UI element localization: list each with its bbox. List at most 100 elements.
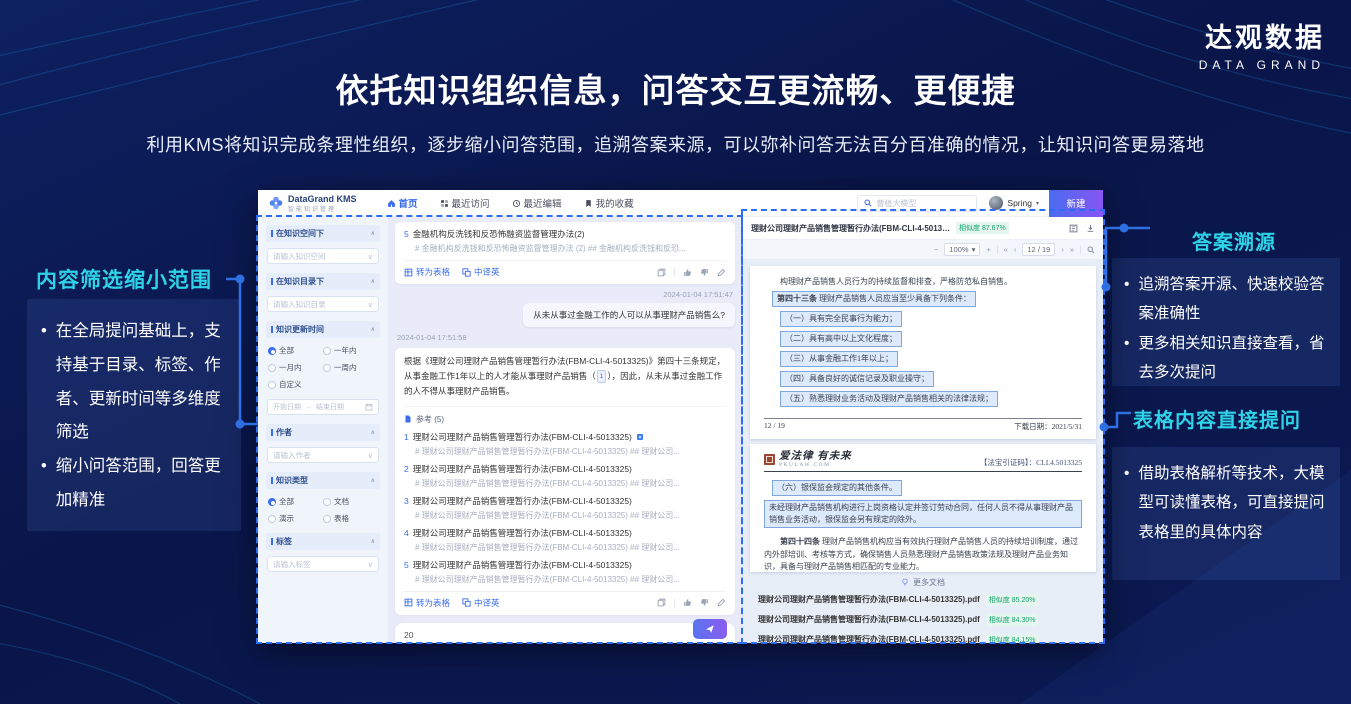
doc-name: 理财公司理财产品销售管理暂行办法(FBM-CLI-4-5013325).pdf xyxy=(758,634,980,643)
feedback-icons xyxy=(657,598,726,607)
message-input[interactable]: 20 xyxy=(395,623,735,643)
edit-icon[interactable] xyxy=(717,598,726,607)
zoom-out-button[interactable]: − xyxy=(934,245,938,254)
label-bar xyxy=(271,230,273,237)
pdf-page-area[interactable]: 构理财产品销售人员行为的持续监督和排查，严格防范私自销售。 第四十三条 理财产品… xyxy=(743,260,1103,643)
translate-button[interactable]: 中译英 xyxy=(462,266,500,278)
new-button[interactable]: 新建 xyxy=(1049,190,1103,217)
favorites-icon xyxy=(584,199,593,208)
radio-time-year[interactable]: 一年内 xyxy=(323,345,378,356)
filter-group-tag-header[interactable]: 标签∧ xyxy=(266,533,380,550)
filter-group-type-header[interactable]: 知识类型∧ xyxy=(266,472,380,489)
radio-time-all[interactable]: 全部 xyxy=(268,345,323,356)
related-doc-row[interactable]: 理财公司理财产品销售管理暂行办法(FBM-CLI-4-5013325).pdf相… xyxy=(753,590,1093,610)
nav-item-favorites[interactable]: 我的收藏 xyxy=(584,196,634,210)
collapse-icon[interactable]: ∧ xyxy=(371,326,375,333)
radio-type-doc[interactable]: 文档 xyxy=(323,496,378,507)
reference-item[interactable]: 2理财公司理财产品销售管理暂行办法(FBM-CLI-4-5013325) # 理… xyxy=(404,463,726,489)
page-layout-icon[interactable] xyxy=(1069,224,1078,233)
filter-group-time-header[interactable]: 知识更新时间∧ xyxy=(266,321,380,338)
label-bar xyxy=(271,538,273,545)
thumbs-up-icon[interactable] xyxy=(683,598,692,607)
page-indicator-input[interactable]: 12 / 19 xyxy=(1022,243,1055,256)
reference-number: 4 xyxy=(404,528,409,538)
prev-page-button[interactable]: ‹ xyxy=(1014,245,1017,254)
callout-trace-bullet: •追溯答案开源、快速校验答案准确性 xyxy=(1124,270,1332,329)
pdf-viewer-panel: 理财公司理财产品销售管理暂行办法(FBM-CLI-4-5013325).pdf … xyxy=(742,217,1103,643)
app-brand[interactable]: DataGrand KMS 智能知识管理 xyxy=(268,194,357,213)
collapse-icon[interactable]: ∧ xyxy=(371,278,375,285)
translate-icon xyxy=(462,268,471,277)
copy-icon[interactable] xyxy=(657,598,666,607)
reference-snippet: # 金融机构反洗钱和反恐怖融资监督管理办法 (2) ## 金融机构反洗钱和反恐.… xyxy=(415,243,726,254)
space-select[interactable]: 请输入知识空间∨ xyxy=(267,248,379,264)
radio-type-table[interactable]: 表格 xyxy=(323,513,378,524)
radio-time-month[interactable]: 一月内 xyxy=(268,362,323,373)
reference-item[interactable]: 1理财公司理财产品销售管理暂行办法(FBM-CLI-4-5013325) # 理… xyxy=(404,431,726,457)
callout-trace-title: 答案溯源 xyxy=(1128,226,1340,255)
citation-badge[interactable]: 1 xyxy=(597,370,607,383)
last-page-button[interactable]: » xyxy=(1070,245,1074,254)
similarity-badge: 相似度 84.30% xyxy=(986,614,1039,626)
chat-panel: 5金融机构反洗钱和反恐怖融资监督管理办法(2) # 金融机构反洗钱和反恐怖融资监… xyxy=(388,217,742,643)
thumbs-up-icon[interactable] xyxy=(683,268,692,277)
pdf-paragraph: 第四十四条 理财产品销售机构应当有效执行理财产品销售人员的持续培训制度，通过内外… xyxy=(764,536,1082,572)
similarity-badge: 相似度 84.15% xyxy=(986,634,1039,643)
radio-time-week[interactable]: 一周内 xyxy=(323,362,378,373)
reference-item[interactable]: 5金融机构反洗钱和反恐怖融资监督管理办法(2) # 金融机构反洗钱和反恐怖融资监… xyxy=(404,228,726,254)
reference-item[interactable]: 5理财公司理财产品销售管理暂行办法(FBM-CLI-4-5013325) # 理… xyxy=(404,559,726,585)
translate-button[interactable]: 中译英 xyxy=(462,597,500,609)
to-table-button[interactable]: 转为表格 xyxy=(404,266,450,278)
next-page-button[interactable]: › xyxy=(1061,245,1064,254)
label-bar xyxy=(271,278,273,285)
collapse-icon[interactable]: ∧ xyxy=(371,429,375,436)
table-icon xyxy=(404,268,413,277)
date-range-input[interactable]: 开始日期 → 结束日期 xyxy=(267,399,379,415)
nav-item-recent-edits[interactable]: 最近编辑 xyxy=(512,196,562,210)
first-page-button[interactable]: « xyxy=(1004,245,1008,254)
document-title[interactable]: 理财公司理财产品销售管理暂行办法(FBM-CLI-4-5013325).pdf xyxy=(751,223,951,234)
copy-icon[interactable] xyxy=(657,268,666,277)
more-docs-title: 更多文档 xyxy=(913,577,945,588)
pdf-search-icon[interactable] xyxy=(1087,246,1095,254)
reference-number: 5 xyxy=(404,229,409,239)
to-table-button[interactable]: 转为表格 xyxy=(404,597,450,609)
arrow-icon: → xyxy=(305,404,312,411)
filter-group-dir-header[interactable]: 在知识目录下∧ xyxy=(266,273,380,290)
author-select[interactable]: 请输入作者∨ xyxy=(267,447,379,463)
search-input[interactable]: 曹植大模型 xyxy=(857,195,977,212)
collapse-icon[interactable]: ∧ xyxy=(371,477,375,484)
zoom-in-button[interactable]: + xyxy=(986,245,990,254)
filter-group-space-header[interactable]: 在知识空间下∧ xyxy=(266,225,380,242)
logo-cn: 达观数据 xyxy=(1199,16,1325,55)
tag-select[interactable]: 请输入标签∨ xyxy=(267,556,379,572)
radio-time-custom[interactable]: 自定义 xyxy=(268,379,323,390)
send-button[interactable] xyxy=(693,619,727,639)
reference-title: 理财公司理财产品销售管理暂行办法(FBM-CLI-4-5013325) xyxy=(413,495,632,507)
open-doc-icon[interactable] xyxy=(636,433,644,441)
nav-item-home[interactable]: 首页 xyxy=(387,196,418,210)
radio-type-slides[interactable]: 演示 xyxy=(268,513,323,524)
thumbs-down-icon[interactable] xyxy=(700,268,709,277)
collapse-icon[interactable]: ∧ xyxy=(371,538,375,545)
radio-type-all[interactable]: 全部 xyxy=(268,496,323,507)
reference-item[interactable]: 3理财公司理财产品销售管理暂行办法(FBM-CLI-4-5013325) # 理… xyxy=(404,495,726,521)
related-doc-row[interactable]: 理财公司理财产品销售管理暂行办法(FBM-CLI-4-5013325).pdf相… xyxy=(753,610,1093,630)
filter-group-author-header[interactable]: 作者∧ xyxy=(266,424,380,441)
edit-icon[interactable] xyxy=(717,268,726,277)
dir-select[interactable]: 请输入知识目录∨ xyxy=(267,296,379,312)
reference-item[interactable]: 4理财公司理财产品销售管理暂行办法(FBM-CLI-4-5013325) # 理… xyxy=(404,527,726,553)
brand-flower-icon xyxy=(268,195,284,211)
clause-text: 理财产品销售人员应当至少具备下列条件： xyxy=(819,294,971,303)
reference-snippet: # 理财公司理财产品销售管理暂行办法(FBM-CLI-4-5013325) ##… xyxy=(415,446,726,457)
related-doc-row[interactable]: 理财公司理财产品销售管理暂行办法(FBM-CLI-4-5013325).pdf 相… xyxy=(753,630,1093,643)
zoom-level-select[interactable]: 100%▾ xyxy=(944,243,980,256)
collapse-icon[interactable]: ∧ xyxy=(371,230,375,237)
reference-title: 理财公司理财产品销售管理暂行办法(FBM-CLI-4-5013325) xyxy=(413,463,632,475)
page-title: 依托知识组织信息，问答交互更流畅、更便捷 xyxy=(0,64,1351,112)
user-menu[interactable]: Spring ▾ xyxy=(989,196,1039,210)
similarity-badge: 相似度 85.20% xyxy=(986,594,1039,606)
download-icon[interactable] xyxy=(1086,224,1095,233)
thumbs-down-icon[interactable] xyxy=(700,598,709,607)
nav-item-recent-visits[interactable]: 最近访问 xyxy=(440,196,490,210)
